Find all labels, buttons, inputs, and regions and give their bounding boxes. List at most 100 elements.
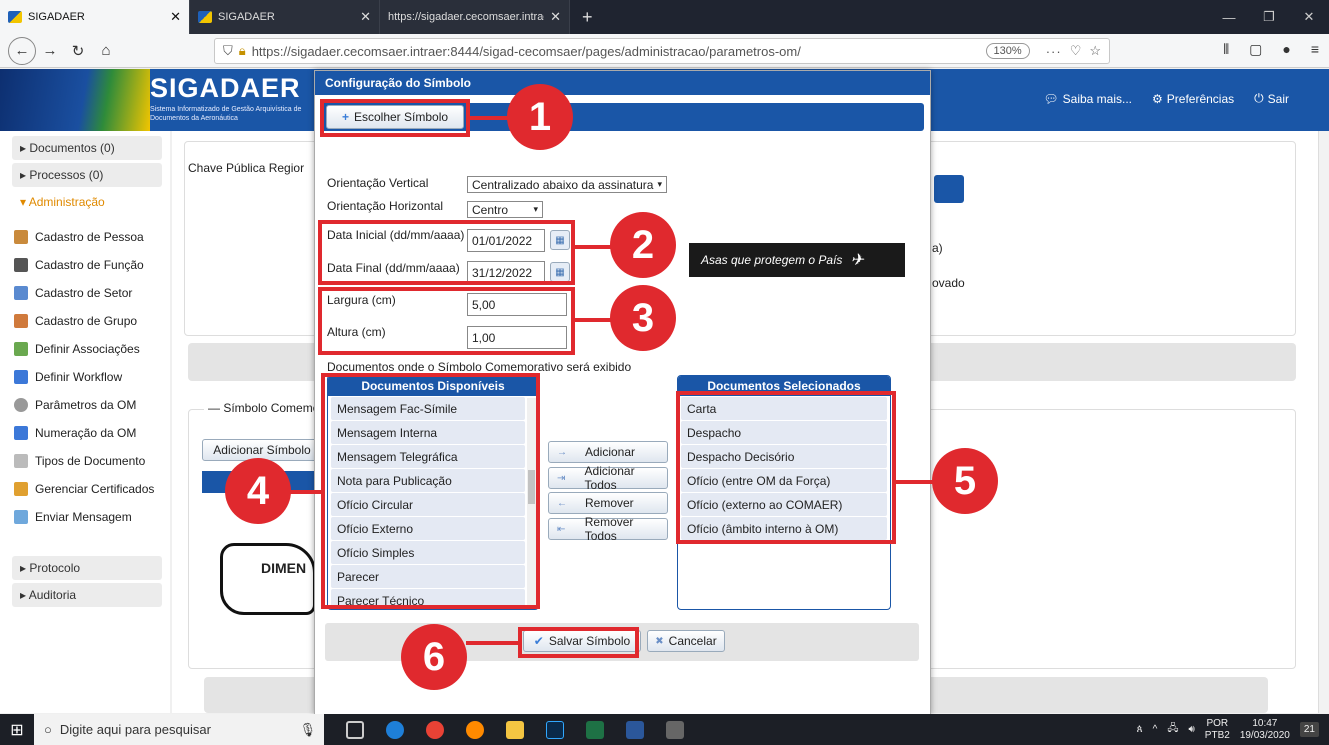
chrome-icon[interactable] bbox=[426, 720, 444, 739]
system-tray: ጰ ^ 🖧︎ 🔊︎ POR PTB2 10:47 19/03/2020 21 bbox=[1137, 718, 1329, 742]
firefox-icon[interactable] bbox=[466, 720, 484, 739]
forward-arrow-icon[interactable]: → bbox=[36, 37, 64, 65]
close-tab-icon[interactable]: ✕ bbox=[550, 9, 561, 25]
sidebar-item-cadastro-pessoa[interactable]: Cadastro de Pessoa bbox=[14, 227, 174, 247]
language-indicator[interactable]: POR PTB2 bbox=[1205, 718, 1230, 742]
sidebar-group-protocolo[interactable]: ▸ Protocolo bbox=[12, 556, 162, 580]
people-icon[interactable]: ጰ bbox=[1137, 724, 1143, 735]
remover-todos-button[interactable]: ⇤ Remover Todos bbox=[548, 515, 668, 543]
page-actions-menu[interactable]: ··· bbox=[1046, 44, 1062, 59]
close-tab-icon[interactable]: ✕ bbox=[360, 9, 371, 25]
sidebar-item-enviar-mensagem[interactable]: Enviar Mensagem bbox=[14, 507, 174, 527]
side-button[interactable] bbox=[934, 175, 964, 203]
new-tab-button[interactable]: + bbox=[570, 0, 605, 34]
cortana-circle-icon: ○ bbox=[44, 722, 52, 737]
edge-icon[interactable] bbox=[386, 720, 404, 739]
task-view-icon[interactable] bbox=[346, 720, 364, 739]
browser-tab[interactable]: SIGADAER ✕ bbox=[190, 0, 380, 34]
excel-icon[interactable] bbox=[586, 720, 604, 739]
taskbar-apps bbox=[346, 720, 684, 739]
bookmark-star-icon[interactable]: ☆ bbox=[1089, 43, 1101, 59]
toolbar-right: ⫴ ▢ ● ≡ bbox=[1223, 41, 1319, 58]
callout-box-3 bbox=[318, 287, 575, 355]
gear-icon bbox=[14, 398, 28, 412]
sidebar-item-cadastro-setor[interactable]: Cadastro de Setor bbox=[14, 283, 174, 303]
sidebar-item-numeracao-om[interactable]: Numeração da OM bbox=[14, 423, 174, 443]
cancelar-button[interactable]: ✖ Cancelar bbox=[647, 630, 725, 652]
network-icon[interactable]: 🖧︎ bbox=[1167, 721, 1178, 738]
sidebar-item-parametros-om[interactable]: Parâmetros da OM bbox=[14, 395, 174, 415]
adicionar-button[interactable]: → Adicionar bbox=[548, 441, 668, 463]
microphone-icon[interactable]: 🎙︎ bbox=[299, 722, 316, 738]
sidebar-item-gerenciar-certificados[interactable]: Gerenciar Certificados bbox=[14, 479, 174, 499]
notifications-icon[interactable]: 21 bbox=[1299, 722, 1319, 737]
sidebar-group-auditoria[interactable]: ▸ Auditoria bbox=[12, 583, 162, 607]
simbolo-tab[interactable]: — Símbolo Comemo bbox=[204, 401, 324, 415]
fab-emblem-icon: ✈︎ bbox=[850, 252, 864, 269]
browser-tab[interactable]: https://sigadaer.cecomsaer.intraer: ✕ bbox=[380, 0, 570, 34]
arrow-right-icon: → bbox=[557, 446, 567, 458]
gear-icon: ⚙ bbox=[1152, 91, 1163, 106]
sidebar-item-cadastro-funcao[interactable]: Cadastro de Função bbox=[14, 255, 174, 275]
sidebar-item-tipos-documento[interactable]: Tipos de Documento bbox=[14, 451, 174, 471]
word-icon[interactable] bbox=[626, 720, 644, 739]
orientacao-vertical-select[interactable]: Centralizado abaixo da assinatura ▾ bbox=[467, 176, 667, 193]
orientacao-horizontal-select[interactable]: Centro ▾ bbox=[467, 201, 543, 218]
windows-taskbar: ⊞ ○ Digite aqui para pesquisar 🎙︎ ጰ ^ 🖧︎… bbox=[0, 714, 1329, 745]
side-text-b: ovado bbox=[932, 276, 965, 290]
envelope-icon bbox=[14, 510, 28, 524]
clock[interactable]: 10:47 19/03/2020 bbox=[1240, 718, 1290, 742]
callout-number-1: 1 bbox=[507, 84, 573, 150]
sidebar-item-definir-workflow[interactable]: Definir Workflow bbox=[14, 367, 174, 387]
close-window-icon[interactable]: ✕ bbox=[1289, 0, 1329, 34]
back-arrow-icon[interactable]: ← bbox=[8, 36, 36, 65]
page-scrollbar[interactable] bbox=[1318, 131, 1329, 713]
group-icon bbox=[14, 314, 28, 328]
close-tab-icon[interactable]: ✕ bbox=[170, 9, 181, 25]
file-explorer-icon[interactable] bbox=[506, 720, 524, 739]
callout-line-4 bbox=[286, 490, 322, 494]
association-icon bbox=[14, 342, 28, 356]
minimize-icon[interactable]: — bbox=[1209, 0, 1249, 34]
volume-icon[interactable]: 🔊︎ bbox=[1188, 724, 1194, 735]
sidebar-group-processos[interactable]: ▸ Processos (0) bbox=[12, 163, 162, 187]
numbering-icon bbox=[14, 426, 28, 440]
browser-tab[interactable]: SIGADAER ✕ bbox=[0, 0, 190, 34]
sidebar-group-administracao[interactable]: ▾ Administração bbox=[12, 190, 162, 214]
preferencias-link[interactable]: ⚙ Preferências bbox=[1152, 91, 1234, 106]
url-text: https://sigadaer.cecomsaer.intraer:8444/… bbox=[251, 43, 801, 59]
arrow-left-icon: ← bbox=[557, 497, 567, 509]
role-icon bbox=[14, 258, 28, 272]
zoom-level[interactable]: 130% bbox=[985, 43, 1030, 59]
workflow-icon bbox=[14, 370, 28, 384]
tray-chevron-icon[interactable]: ^ bbox=[1153, 724, 1158, 735]
maximize-icon[interactable]: ❐ bbox=[1249, 0, 1289, 34]
certificate-icon bbox=[14, 482, 28, 496]
callout-box-5 bbox=[676, 391, 896, 544]
saiba-mais-link[interactable]: 💬︎ Saiba mais... bbox=[1043, 91, 1132, 106]
address-bar[interactable]: ⛉ 🔒︎ https://sigadaer.cecomsaer.intraer:… bbox=[214, 38, 1110, 64]
hamburger-menu-icon[interactable]: ≡ bbox=[1311, 41, 1319, 58]
sidebar-group-documentos[interactable]: ▸ Documentos (0) bbox=[12, 136, 162, 160]
x-icon: ✖ bbox=[655, 635, 664, 647]
window-controls: — ❐ ✕ bbox=[1209, 0, 1329, 34]
photoshop-icon[interactable] bbox=[546, 720, 564, 739]
dialog-title: Configuração do Símbolo bbox=[315, 71, 930, 95]
extension-icon[interactable]: ● bbox=[1282, 41, 1290, 58]
sidebar-item-definir-associacoes[interactable]: Definir Associações bbox=[14, 339, 174, 359]
sair-link[interactable]: ⏻ Sair bbox=[1254, 91, 1289, 106]
pocket-icon[interactable]: ♡ bbox=[1070, 43, 1082, 59]
calculator-icon[interactable] bbox=[666, 720, 684, 739]
adicionar-todos-button[interactable]: ⇥ Adicionar Todos bbox=[548, 464, 668, 492]
reload-icon[interactable]: ↻ bbox=[64, 37, 92, 65]
callout-line-5 bbox=[895, 480, 935, 484]
windows-start-icon[interactable]: ⊞ bbox=[0, 714, 34, 745]
sidebar-item-cadastro-grupo[interactable]: Cadastro de Grupo bbox=[14, 311, 174, 331]
sidebar-icon[interactable]: ▢ bbox=[1249, 41, 1262, 58]
chevron-down-icon: ▾ bbox=[657, 179, 662, 189]
library-icon[interactable]: ⫴ bbox=[1223, 41, 1229, 58]
taskbar-search[interactable]: ○ Digite aqui para pesquisar 🎙︎ bbox=[34, 714, 324, 745]
remover-button[interactable]: ← Remover bbox=[548, 492, 668, 514]
home-icon[interactable]: ⌂ bbox=[92, 37, 120, 65]
callout-line-6 bbox=[466, 641, 520, 645]
